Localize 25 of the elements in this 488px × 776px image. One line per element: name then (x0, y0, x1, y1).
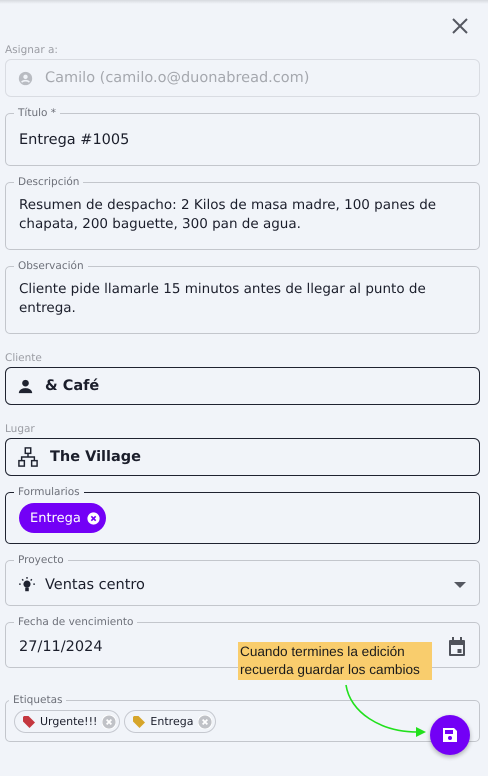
text-area[interactable]: Descripción Resumen de despacho: 2 Kilos de masa madre, 100 panes de chapata, 200 baguette, 300 pan de agua. (5, 176, 480, 250)
dropdown-icon (454, 582, 466, 588)
tooltip-note: Cuando termines la edición recuerda guardar los cambios (238, 642, 432, 680)
form-chip[interactable]: Entrega (19, 503, 106, 533)
hierarchy-icon (18, 447, 38, 467)
account-icon (18, 70, 33, 86)
field-label: Cliente (5, 351, 43, 365)
title-field[interactable]: Título * Entrega #1005 (5, 107, 480, 166)
field-label: Asignar a: (5, 43, 59, 57)
forms-field[interactable]: Formularios Entrega (5, 486, 480, 544)
close-icon (452, 18, 468, 34)
remove-icon[interactable] (86, 512, 100, 524)
client-field[interactable]: & Café (5, 367, 480, 405)
field-label: Lugar (5, 422, 36, 436)
close-button[interactable] (452, 18, 468, 34)
save-icon (442, 727, 458, 743)
text-area[interactable]: Observación Cliente pide llamarle 15 minutos antes de llegar al punto de entrega. (5, 260, 480, 334)
save-button[interactable] (430, 715, 470, 755)
person-icon (18, 378, 33, 394)
place-field[interactable]: The Village (5, 438, 480, 476)
tag-chip[interactable]: Urgente!!! (14, 710, 120, 733)
tag-chip[interactable]: Entrega (124, 710, 216, 733)
calendar-icon[interactable] (448, 636, 466, 656)
project-select[interactable]: Proyecto Ventas centro (5, 554, 480, 606)
lightbulb-icon (19, 576, 35, 592)
